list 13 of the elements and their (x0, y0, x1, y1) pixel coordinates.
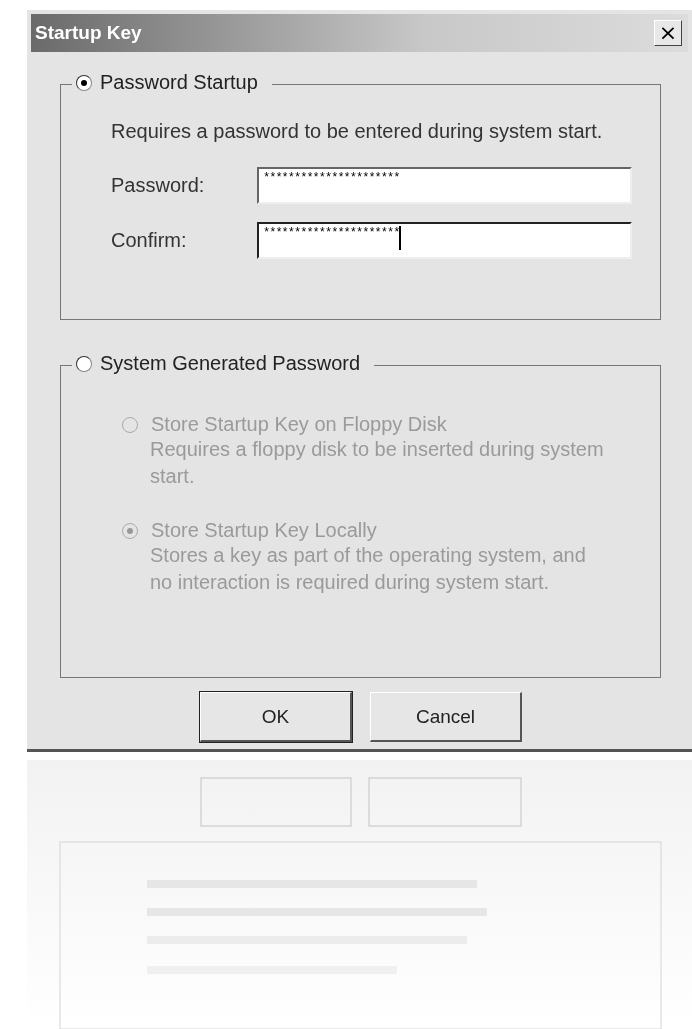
password-field[interactable]: ********************** (257, 222, 632, 259)
field-label: Password: (111, 174, 206, 197)
window-title: Startup Key (35, 22, 142, 44)
field-label: Confirm: (111, 229, 188, 252)
description-text: Requires a password to be entered during system start. (111, 119, 604, 144)
radio-button[interactable] (76, 74, 92, 91)
radio-button[interactable] (76, 355, 92, 372)
cancel-button[interactable]: Cancel (370, 692, 522, 742)
description-text: Stores a key as part of the operating system, and no interaction is required during system start. (150, 543, 587, 595)
description-text: Requires a floppy disk to be inserted during system start. (150, 437, 605, 489)
close-button[interactable]: × (654, 20, 682, 46)
ok-button[interactable]: OK (200, 692, 352, 742)
password-field[interactable]: ********************** (257, 167, 632, 204)
